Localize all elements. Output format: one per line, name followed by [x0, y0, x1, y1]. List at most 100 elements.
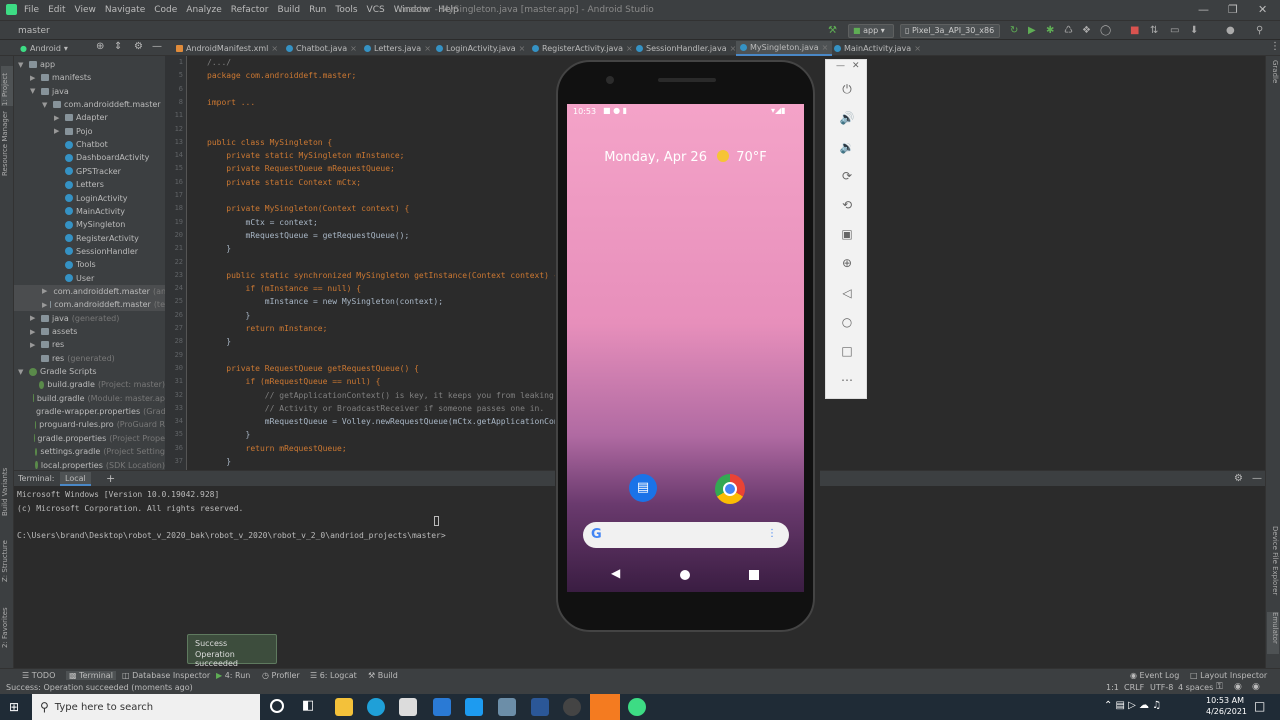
clock-time[interactable]: 10:53 AM [1206, 696, 1244, 705]
code-line[interactable]: // Activity or BroadcastReceiver if some… [207, 404, 544, 413]
task-view-icon[interactable]: ◧ [302, 698, 314, 713]
tool-build[interactable]: ⚒ Build [368, 671, 398, 680]
tool-project-tab[interactable]: 1: Project [1, 66, 13, 106]
tree-item[interactable]: gradle-wrapper.properties (Grad [14, 405, 165, 418]
phone-screen[interactable]: 10:53 ■ ● ▮ ▾◢▮ Monday, Apr 26 70°F ▤ G … [567, 104, 804, 592]
tool-gradle-tab[interactable]: Gradle [1267, 60, 1279, 86]
editor-tab-letters-java[interactable]: Letters.java × [360, 41, 435, 56]
active-app-icon[interactable] [590, 694, 620, 720]
code-line[interactable]: mInstance = new MySingleton(context); [207, 297, 443, 306]
close-tab-icon[interactable]: × [350, 44, 357, 53]
code-line[interactable]: package com.androiddeft.master; [207, 71, 356, 80]
zoom-icon[interactable]: ⊕ [838, 254, 856, 272]
tree-item[interactable]: ▶ res [14, 338, 165, 351]
menu-item-navigate[interactable]: Navigate [105, 5, 145, 15]
tool-logcat[interactable]: ☰ 6: Logcat [310, 671, 357, 680]
code-line[interactable]: public static synchronized MySingleton g… [207, 271, 555, 280]
recents-nav-icon[interactable] [749, 570, 759, 580]
more-icon[interactable]: ⋯ [838, 371, 856, 389]
file-explorer-icon[interactable] [335, 698, 353, 716]
tab-overflow-icon[interactable]: ⋮ [1270, 41, 1280, 52]
system-tray-icons[interactable]: ⌃ ▤ ▷ ☁ ♫ [1104, 700, 1161, 711]
cortana-icon[interactable] [270, 699, 284, 713]
word-app-icon[interactable] [531, 698, 549, 716]
tree-item[interactable]: Tools [14, 258, 165, 271]
tool-run[interactable]: ▶ 4: Run [216, 671, 250, 680]
expand-arrow-icon[interactable]: ▶ [30, 314, 38, 322]
code-line[interactable]: if (mInstance == null) { [207, 284, 362, 293]
tree-item[interactable]: ▼ java [14, 85, 165, 98]
expand-arrow-icon[interactable]: ▼ [30, 87, 38, 95]
back-icon[interactable]: ◁ [838, 284, 856, 302]
tree-item[interactable]: MySingleton [14, 218, 165, 231]
close-tab-icon[interactable]: × [424, 44, 431, 53]
clock-date[interactable]: 4/26/2021 [1206, 707, 1247, 716]
locate-icon[interactable]: ⊕ [96, 41, 104, 52]
code-line[interactable]: } [207, 430, 251, 439]
minimize-icon[interactable]: — [1198, 3, 1209, 16]
debug-icon[interactable]: ✱ [1046, 25, 1054, 36]
edge-icon[interactable] [367, 698, 385, 716]
run-icon[interactable]: ▶ [1028, 25, 1036, 36]
sdk-manager-icon[interactable]: ⬇ [1190, 25, 1198, 36]
tree-item[interactable]: ▶ Pojo [14, 125, 165, 138]
tool-layout-inspector[interactable]: □ Layout Inspector [1190, 671, 1267, 680]
code-line[interactable]: /.../ [207, 58, 231, 67]
code-line[interactable]: } [207, 457, 231, 466]
code-line[interactable]: } [207, 244, 231, 253]
editor-tab-androidmanifest-xml[interactable]: AndroidManifest.xml × [172, 41, 282, 56]
menu-item-view[interactable]: View [75, 5, 96, 15]
tool-favorites-tab[interactable]: 2: Favorites [1, 604, 13, 648]
menu-item-tools[interactable]: Tools [335, 5, 357, 15]
action-center-icon[interactable]: □ [1254, 699, 1265, 713]
code-editor[interactable]: 1 5 6 8 11 12 13 14 15 16 17 18 19 20 21 22 23 24 25 26 27 28… [165, 56, 555, 470]
line-separator[interactable]: CRLF [1124, 683, 1144, 692]
code-line[interactable]: private RequestQueue mRequestQueue; [207, 164, 395, 173]
tree-item[interactable]: ▶ Adapter [14, 111, 165, 124]
editor-tab-sessionhandler-java[interactable]: SessionHandler.java × [632, 41, 740, 56]
editor-tab-mysingleton-java[interactable]: MySingleton.java × [736, 41, 833, 56]
close-tab-icon[interactable]: × [914, 44, 921, 53]
rotate-right-icon[interactable]: ⟲ [838, 196, 856, 214]
tool-event-log[interactable]: ◉ Event Log [1130, 671, 1179, 680]
code-line[interactable]: mRequestQueue = getRequestQueue(); [207, 231, 410, 240]
menu-item-run[interactable]: Run [309, 5, 326, 15]
android-studio-taskbar-icon[interactable] [628, 698, 646, 716]
tool-database-inspector[interactable]: ◫ Database Inspector [122, 671, 210, 680]
google-search-bar[interactable]: G ⋮ [583, 522, 789, 548]
emu-close-icon[interactable]: ✕ [852, 61, 860, 71]
close-tab-icon[interactable]: × [271, 44, 278, 53]
tree-item[interactable]: build.gradle (Project: master) [14, 378, 165, 391]
windows-start-icon[interactable]: ⊞ [9, 700, 19, 714]
code-line[interactable]: private static Context mCtx; [207, 178, 361, 187]
caret-position[interactable]: 1:1 [1106, 683, 1119, 692]
expand-arrow-icon[interactable]: ▼ [18, 61, 26, 69]
tree-item[interactable]: settings.gradle (Project Setting [14, 445, 165, 458]
volume-up-icon[interactable]: 🔊 [838, 109, 856, 127]
run-config-select[interactable]: ■ app ▾ [848, 24, 894, 38]
breadcrumb[interactable]: master [18, 26, 50, 36]
tool-profiler[interactable]: ◷ Profiler [262, 671, 300, 680]
attach-icon[interactable]: ❖ [1082, 25, 1091, 36]
menu-item-code[interactable]: Code [154, 5, 177, 15]
back-nav-icon[interactable]: ◀ [611, 566, 620, 580]
tool-emulator-tab[interactable]: Emulator [1267, 612, 1279, 654]
memory-indicator-icon[interactable]: ◉ [1234, 682, 1242, 692]
mail-icon[interactable] [433, 698, 451, 716]
tree-item[interactable]: LoginActivity [14, 192, 165, 205]
code-line[interactable]: } [207, 311, 251, 320]
settings-gear-icon[interactable]: ⚙ [134, 41, 143, 52]
apply-changes-icon[interactable]: ♺ [1064, 25, 1073, 36]
expand-arrow-icon[interactable]: ▶ [54, 127, 62, 135]
tool-todo[interactable]: ☰ TODO [22, 671, 55, 680]
expand-arrow-icon[interactable]: ▶ [30, 341, 38, 349]
expand-arrow-icon[interactable]: ▼ [42, 101, 50, 109]
code-line[interactable]: mCtx = context; [207, 218, 318, 227]
expand-arrow-icon[interactable]: ▶ [54, 114, 62, 122]
assistant-icon[interactable]: ⋮ [767, 528, 777, 539]
success-toast[interactable]: Success Operation succeeded [187, 634, 277, 668]
expand-arrow-icon[interactable]: ▶ [42, 287, 47, 295]
tree-item[interactable]: ▼ com.androiddeft.master [14, 98, 165, 111]
close-icon[interactable]: ✕ [1258, 3, 1267, 16]
tree-item[interactable]: User [14, 272, 165, 285]
